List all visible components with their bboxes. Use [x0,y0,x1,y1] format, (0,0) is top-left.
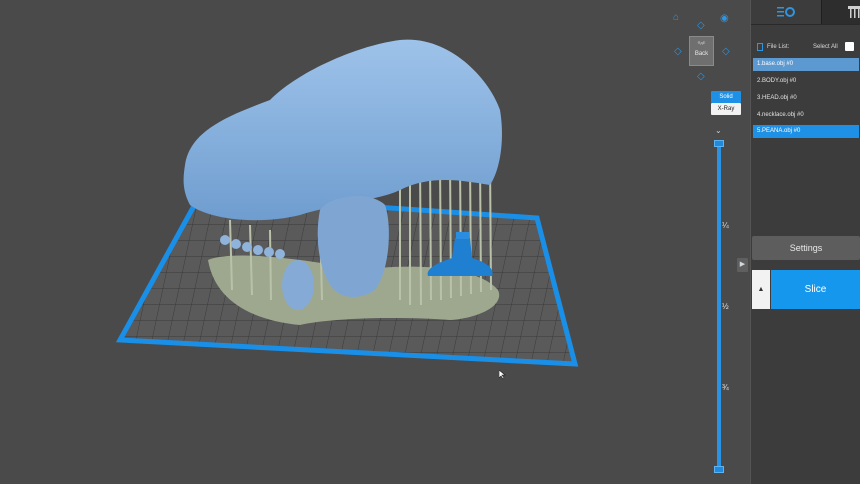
scene-render [115,39,579,367]
slider-tick-three-quarter: ¾ [722,383,729,392]
layer-slider[interactable] [717,142,721,469]
rock-model [183,39,502,221]
tab-supports[interactable] [821,0,860,24]
slider-tick-quarter: ¼ [722,221,729,230]
rotate-down-icon[interactable]: ◇ [697,72,705,82]
rotate-up-icon[interactable]: ◇ [697,21,705,31]
file-list-label: File List: [767,44,790,50]
file-item-head[interactable]: 3.HEAD.obj #0 [753,92,859,105]
file-item-necklace[interactable]: 4.necklace.obj #0 [753,109,859,122]
view-cube[interactable]: ЯдЕ Back [689,36,714,66]
home-icon[interactable]: ⌂ [673,13,679,23]
tab-divider [751,24,860,25]
solid-mode-button[interactable]: Solid [711,91,741,103]
view-cube-top-label: ЯдЕ [697,40,706,45]
slice-options-button[interactable]: ▲ [752,270,770,309]
tab-model-list[interactable] [751,0,821,24]
layer-slider-bottom-handle[interactable] [714,466,724,473]
mouse-cursor-icon [499,370,506,380]
file-item-base[interactable]: 1.base.obj #0 [753,58,859,71]
file-icon [757,43,763,51]
xray-mode-button[interactable]: X-Ray [711,103,741,115]
slider-tick-half: ½ [722,302,729,311]
list-gear-icon [777,7,795,17]
layer-slider-top-handle[interactable] [714,140,724,147]
expand-panel-button[interactable]: ▶ [737,258,748,272]
chevron-down-icon[interactable]: ⌄ [715,126,722,136]
bust-model [317,195,389,297]
file-item-body[interactable]: 2.BODY.obj #0 [753,75,859,88]
view-cube-face-label: Back [694,51,709,57]
3d-viewport[interactable]: ⌂ ◉ ◇ ◇ ◇ ◇ ЯдЕ Back Solid X-Ray ⌄ ¼ ½ ¾ [0,0,750,484]
rotate-left-icon[interactable]: ◇ [674,47,682,57]
settings-button[interactable]: Settings [752,236,860,260]
head-model [282,260,314,310]
support-icon [848,6,860,18]
slice-button[interactable]: Slice [771,270,860,309]
sidebar-tabs [751,0,860,24]
select-all-checkbox[interactable] [845,42,854,51]
eye-icon[interactable]: ◉ [720,14,729,24]
select-all-label: Select All [813,44,838,50]
file-list-header: File List: Select All [757,42,857,54]
file-item-peana[interactable]: 5.PEANA.obj #0 [753,125,859,138]
rotate-right-icon[interactable]: ◇ [722,47,730,57]
